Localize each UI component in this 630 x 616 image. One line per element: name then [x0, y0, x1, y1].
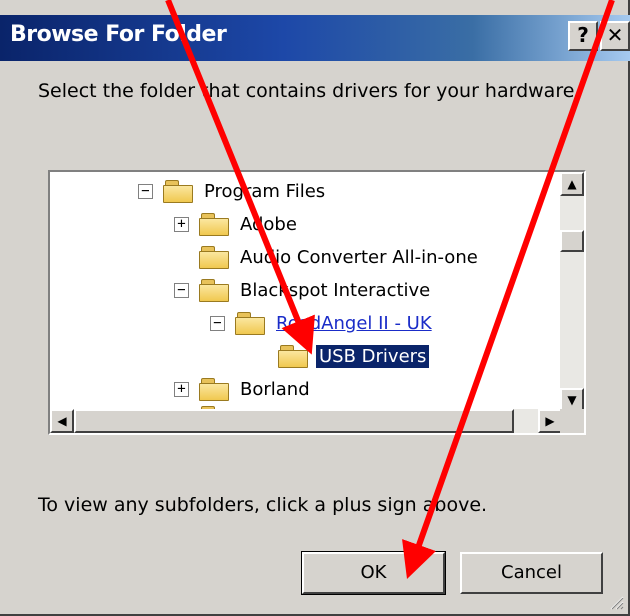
scroll-up-icon[interactable]: ▲ — [560, 172, 584, 196]
folder-tree[interactable]: − Program Files + Adobe Audio Converter … — [48, 170, 586, 435]
cancel-button[interactable]: Cancel — [460, 552, 603, 594]
tree-item-adobe[interactable]: + Adobe — [174, 207, 300, 241]
tree-item-label-selected[interactable]: USB Drivers — [314, 343, 431, 369]
title-bar[interactable]: Browse For Folder ? ✕ — [0, 15, 630, 61]
folder-open-icon — [199, 279, 229, 302]
tree-item-program-files[interactable]: − Program Files — [138, 174, 328, 208]
tree-viewport: − Program Files + Adobe Audio Converter … — [50, 172, 562, 412]
help-button[interactable]: ? — [568, 21, 598, 51]
tree-item-roadangel[interactable]: − RoadAngel II - UK — [210, 306, 435, 340]
tree-item-blackspot[interactable]: − Blackspot Interactive — [174, 273, 433, 307]
folder-open-icon — [235, 312, 265, 335]
close-button[interactable]: ✕ — [600, 21, 630, 51]
vertical-scrollbar[interactable]: ▲ ▼ — [560, 172, 584, 412]
tree-item-borland[interactable]: + Borland — [174, 372, 313, 406]
horizontal-scrollbar[interactable]: ◀ ▶ — [50, 409, 562, 433]
folder-icon — [199, 213, 229, 236]
scroll-right-icon[interactable]: ▶ — [538, 409, 562, 433]
ok-button[interactable]: OK — [301, 551, 446, 595]
horizontal-scroll-thumb[interactable] — [74, 409, 514, 433]
vertical-scroll-thumb[interactable] — [560, 230, 584, 252]
browse-folder-dialog: Browse For Folder ? ✕ Select the folder … — [0, 0, 630, 616]
expand-icon[interactable]: + — [174, 216, 189, 232]
tree-item-audio-converter[interactable]: Audio Converter All-in-one — [199, 240, 481, 274]
hint-text: To view any subfolders, click a plus sig… — [38, 494, 488, 516]
tree-item-label[interactable]: RoadAngel II - UK — [273, 312, 435, 335]
resize-grip-icon[interactable] — [608, 594, 624, 610]
collapse-icon[interactable]: − — [210, 315, 225, 331]
scroll-left-icon[interactable]: ◀ — [50, 409, 74, 433]
window-title: Browse For Folder — [10, 22, 227, 47]
collapse-icon[interactable]: − — [138, 183, 153, 199]
folder-icon — [199, 378, 229, 401]
tree-item-usb-drivers[interactable]: USB Drivers — [278, 339, 431, 373]
expand-icon[interactable]: + — [174, 381, 189, 397]
tree-item-label[interactable]: Program Files — [201, 180, 328, 203]
scrollbar-corner — [560, 409, 584, 433]
folder-open-icon — [278, 345, 308, 368]
tree-item-label[interactable]: Borland — [237, 378, 313, 401]
folder-open-icon — [163, 180, 193, 203]
collapse-icon[interactable]: − — [174, 282, 189, 298]
tree-item-label[interactable]: Audio Converter All-in-one — [237, 246, 481, 269]
folder-icon — [199, 246, 229, 269]
tree-item-label[interactable]: Blackspot Interactive — [237, 279, 433, 302]
instruction-text: Select the folder that contains drivers … — [38, 80, 581, 102]
tree-item-label[interactable]: Adobe — [237, 213, 300, 236]
